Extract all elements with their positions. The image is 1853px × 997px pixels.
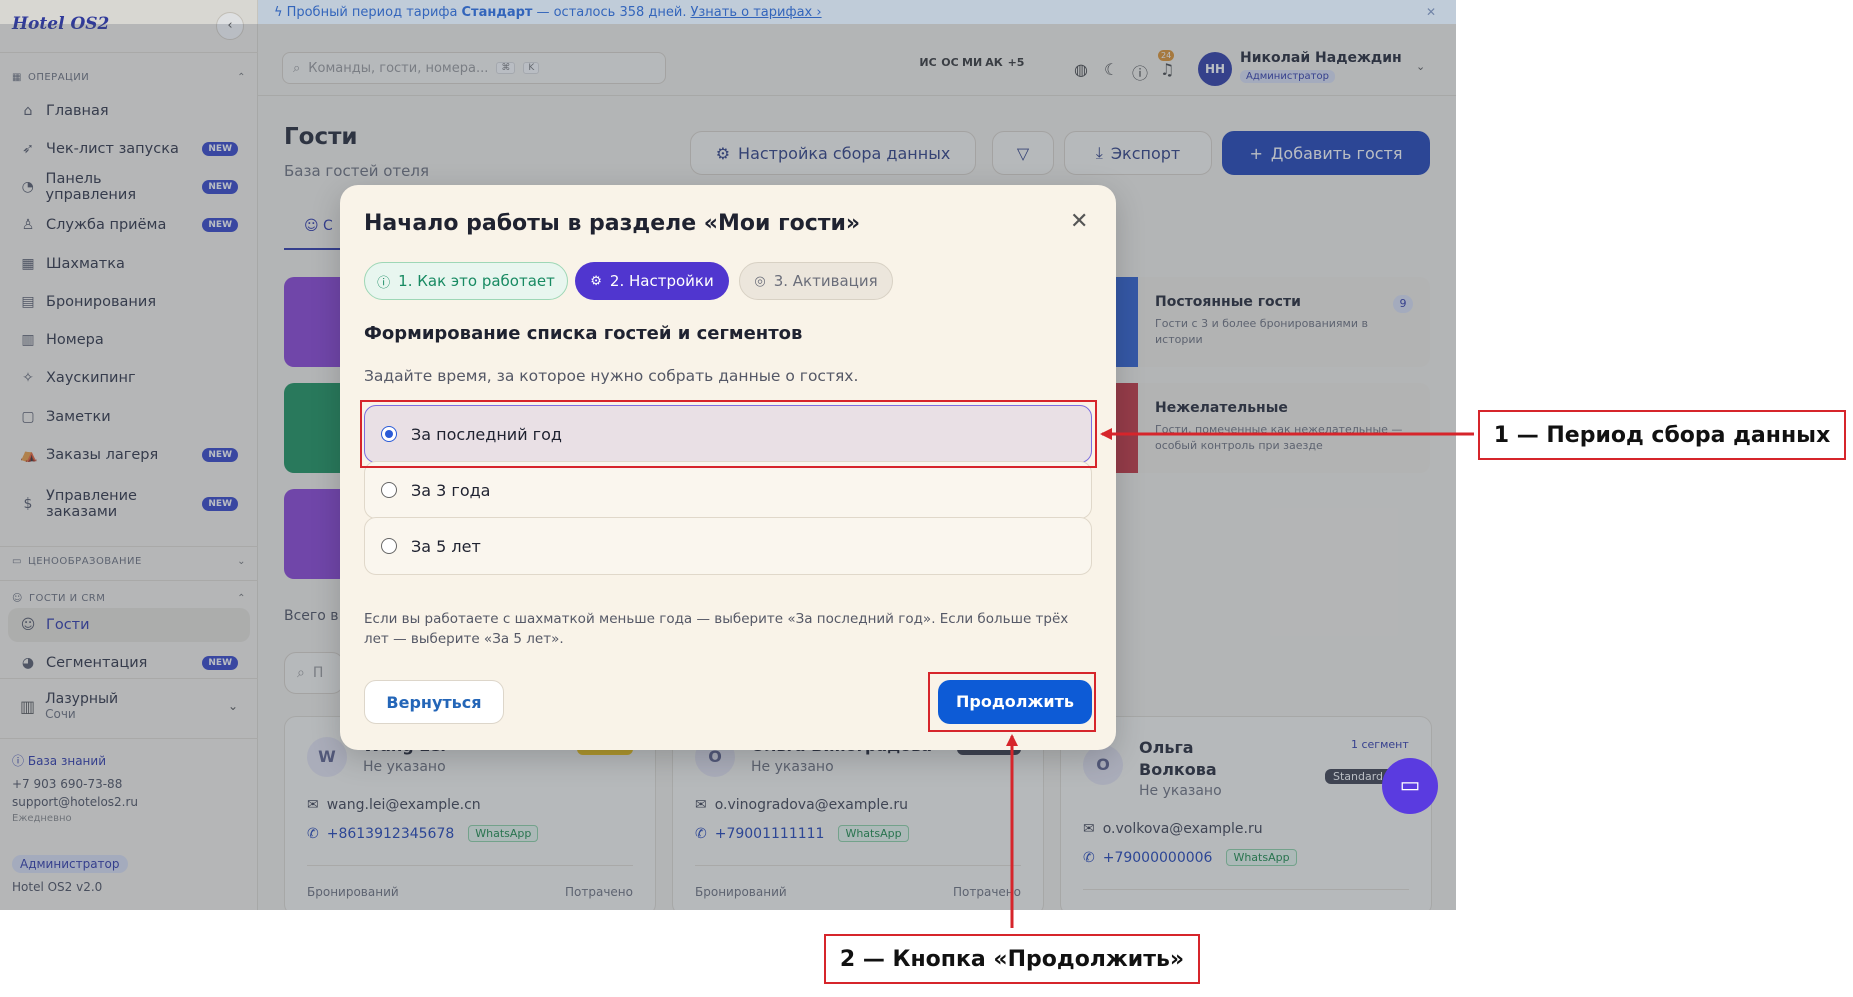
callout-continue: 2 — Кнопка «Продолжить» xyxy=(824,934,1200,984)
callout-period: 1 — Период сбора данных xyxy=(1478,410,1846,460)
annotation-arrows xyxy=(1006,428,1474,928)
